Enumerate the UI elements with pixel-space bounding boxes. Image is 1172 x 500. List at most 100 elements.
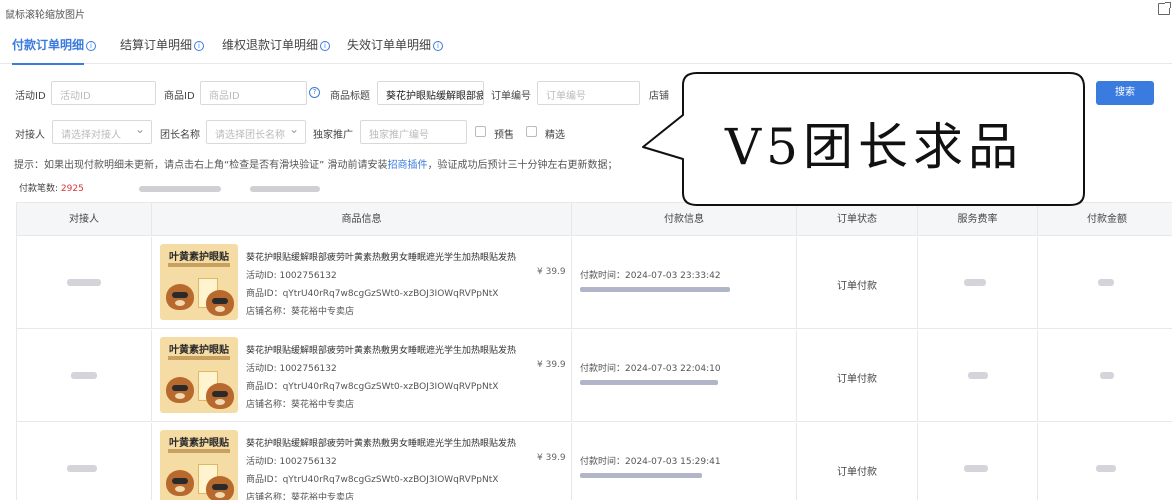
selected-checkbox[interactable] (526, 126, 537, 137)
presale-label: 预售 (494, 130, 514, 141)
activity-id: 活动ID: 1002756132 (246, 271, 337, 281)
bear-mascot-icon (206, 383, 234, 409)
table-row[interactable]: 叶黄素护眼贴 葵花护眼贴缓解眼部疲劳叶黄素热敷男女睡眠遮光学生加热眼贴发热 活动… (17, 330, 1172, 422)
thumbnail-title: 叶黄素护眼贴 (169, 438, 229, 449)
orders-table: 对接人 商品信息 付款信息 订单状态 服务费率 付款金额 叶黄素护眼贴 葵花护眼… (16, 202, 1172, 500)
order-status: 订单付款 (837, 374, 877, 385)
thumbnail-title: 叶黄素护眼贴 (169, 252, 229, 263)
order-status: 订单付款 (837, 467, 877, 478)
bear-mascot-icon (166, 470, 194, 496)
search-button[interactable]: 搜索 (1096, 81, 1154, 105)
top-bar: 鼠标滚轮缩放图片 (0, 0, 1172, 26)
bear-mascot-icon (206, 290, 234, 316)
tab-label: 付款订单明细 (12, 38, 85, 52)
redacted-contact (67, 279, 101, 286)
product-thumbnail[interactable]: 叶黄素护眼贴 (160, 430, 238, 500)
payment-count-label: 付款笔数: (19, 184, 59, 194)
activity-id: 活动ID: 1002756132 (246, 457, 337, 467)
leader-label: 团长名称 (160, 130, 200, 141)
thumbnail-title: 叶黄素护眼贴 (169, 345, 229, 356)
amount-cell (1038, 330, 1172, 422)
header-order-status: 订单状态 (797, 203, 918, 236)
help-icon[interactable]: ? (309, 87, 320, 98)
rate-cell (918, 423, 1038, 500)
redacted-amount (1096, 465, 1116, 472)
activity-id-input[interactable]: 活动ID (51, 81, 156, 105)
info-icon[interactable]: i (433, 41, 444, 51)
product-title-input[interactable]: 葵花护眼贴缓解眼部疲劳 (377, 81, 484, 105)
product-cell: 叶黄素护眼贴 葵花护眼贴缓解眼部疲劳叶黄素热敷男女睡眠遮光学生加热眼贴发热 活动… (152, 423, 572, 500)
selected-label: 精选 (545, 130, 565, 141)
tip-quote: “检查是否有滑块验证” (224, 160, 325, 171)
bear-mascot-icon (166, 377, 194, 403)
tab-payment-orders[interactable]: 付款订单明细 i (12, 36, 97, 65)
shop-name: 店铺名称：葵花裕中专卖店 (246, 493, 355, 500)
product-title-label: 商品标题 (330, 91, 370, 102)
order-no-input[interactable]: 订单编号 (537, 81, 640, 105)
shop-name: 店铺名称：葵花裕中专卖店 (246, 307, 355, 317)
order-tabs: 付款订单明细 i 结算订单明细 i 维权退款订单明细 i 失效订单单明细 i (0, 28, 1172, 65)
tip-mid: 滑动前请安装 (324, 160, 388, 171)
unit-price: ¥ 39.9 (537, 453, 566, 463)
amount-cell (1038, 423, 1172, 500)
table-row[interactable]: 叶黄素护眼贴 葵花护眼贴缓解眼部疲劳叶黄素热敷男女睡眠遮光学生加热眼贴发热 活动… (17, 237, 1172, 329)
exclusive-input[interactable]: 独家推广编号 (360, 120, 467, 144)
tab-settlement-orders[interactable]: 结算订单明细 i (120, 36, 205, 53)
product-id-input[interactable]: 商品ID (200, 81, 307, 105)
product-title[interactable]: 葵花护眼贴缓解眼部疲劳叶黄素热敷男女睡眠遮光学生加热眼贴发热 (246, 343, 516, 356)
redacted-rate (964, 279, 986, 286)
presale-checkbox[interactable] (475, 126, 486, 137)
table-row[interactable]: 叶黄素护眼贴 葵花护眼贴缓解眼部疲劳叶黄素热敷男女睡眠遮光学生加热眼贴发热 活动… (17, 423, 1172, 500)
redacted-amount (138, 185, 221, 192)
zoom-hint: 鼠标滚轮缩放图片 (5, 10, 85, 21)
info-icon[interactable]: i (86, 41, 97, 51)
header-contact: 对接人 (17, 203, 152, 236)
tip-prefix: 提示：如果出现付款明细未更新，请点击右上角 (14, 160, 224, 171)
contact-cell (17, 237, 152, 329)
leader-select[interactable]: 请选择团长名称 (206, 120, 306, 144)
product-cell: 叶黄素护眼贴 葵花护眼贴缓解眼部疲劳叶黄素热敷男女睡眠遮光学生加热眼贴发热 活动… (152, 330, 572, 422)
payment-cell: 付款时间：2024-07-03 15:29:41 (572, 423, 797, 500)
product-id: 商品ID：qYtrU40rRq7w8cgGzSWt0-xzBOJ3IOWqRVP… (246, 289, 499, 299)
tab-label: 失效订单单明细 (347, 38, 432, 52)
tab-invalid-orders[interactable]: 失效订单单明细 i (347, 36, 444, 53)
redacted-amount (1098, 279, 1114, 286)
redacted-order-no (580, 380, 718, 385)
exclusive-label: 独家推广 (313, 130, 353, 141)
product-title[interactable]: 葵花护眼贴缓解眼部疲劳叶黄素热敷男女睡眠遮光学生加热眼贴发热 (246, 250, 516, 263)
amount-cell (1038, 237, 1172, 329)
rate-cell (918, 237, 1038, 329)
product-title[interactable]: 葵花护眼贴缓解眼部疲劳叶黄素热敷男女睡眠遮光学生加热眼贴发热 (246, 436, 516, 449)
info-icon[interactable]: i (194, 41, 205, 51)
redacted-contact (67, 465, 97, 472)
redacted-order-no (580, 287, 730, 292)
product-thumbnail[interactable]: 叶黄素护眼贴 (160, 244, 238, 320)
contact-label: 对接人 (15, 130, 45, 141)
tab-label: 结算订单明细 (120, 38, 193, 52)
activity-id-label: 活动ID (15, 91, 46, 102)
info-icon[interactable]: i (320, 41, 331, 51)
plugin-link[interactable]: 招商插件 (388, 160, 428, 171)
contact-select[interactable]: 请选择对接人 (52, 120, 152, 144)
shop-name: 店铺名称：葵花裕中专卖店 (246, 400, 355, 410)
header-payment-info: 付款信息 (572, 203, 797, 236)
expand-icon[interactable] (1158, 2, 1171, 15)
rate-cell (918, 330, 1038, 422)
bear-mascot-icon (206, 476, 234, 500)
status-cell: 订单付款 (797, 237, 918, 329)
product-id-label: 商品ID (164, 91, 195, 102)
tab-refund-orders[interactable]: 维权退款订单明细 i (222, 36, 331, 53)
callout-text: V5团长求品 (725, 118, 1023, 176)
order-status: 订单付款 (837, 281, 877, 292)
header-product-info: 商品信息 (152, 203, 572, 236)
redacted-rate (968, 372, 988, 379)
pay-time: 付款时间：2024-07-03 23:33:42 (580, 271, 721, 281)
unit-price: ¥ 39.9 (537, 360, 566, 370)
tip-line: 提示：如果出现付款明细未更新，请点击右上角“检查是否有滑块验证” 滑动前请安装招… (14, 156, 618, 171)
product-thumbnail[interactable]: 叶黄素护眼贴 (160, 337, 238, 413)
product-id: 商品ID：qYtrU40rRq7w8cgGzSWt0-xzBOJ3IOWqRVP… (246, 475, 499, 485)
contact-cell (17, 330, 152, 422)
table-header: 对接人 商品信息 付款信息 订单状态 服务费率 付款金额 (17, 203, 1172, 236)
contact-cell (17, 423, 152, 500)
callout-bubble: V5团长求品 (641, 71, 1086, 207)
